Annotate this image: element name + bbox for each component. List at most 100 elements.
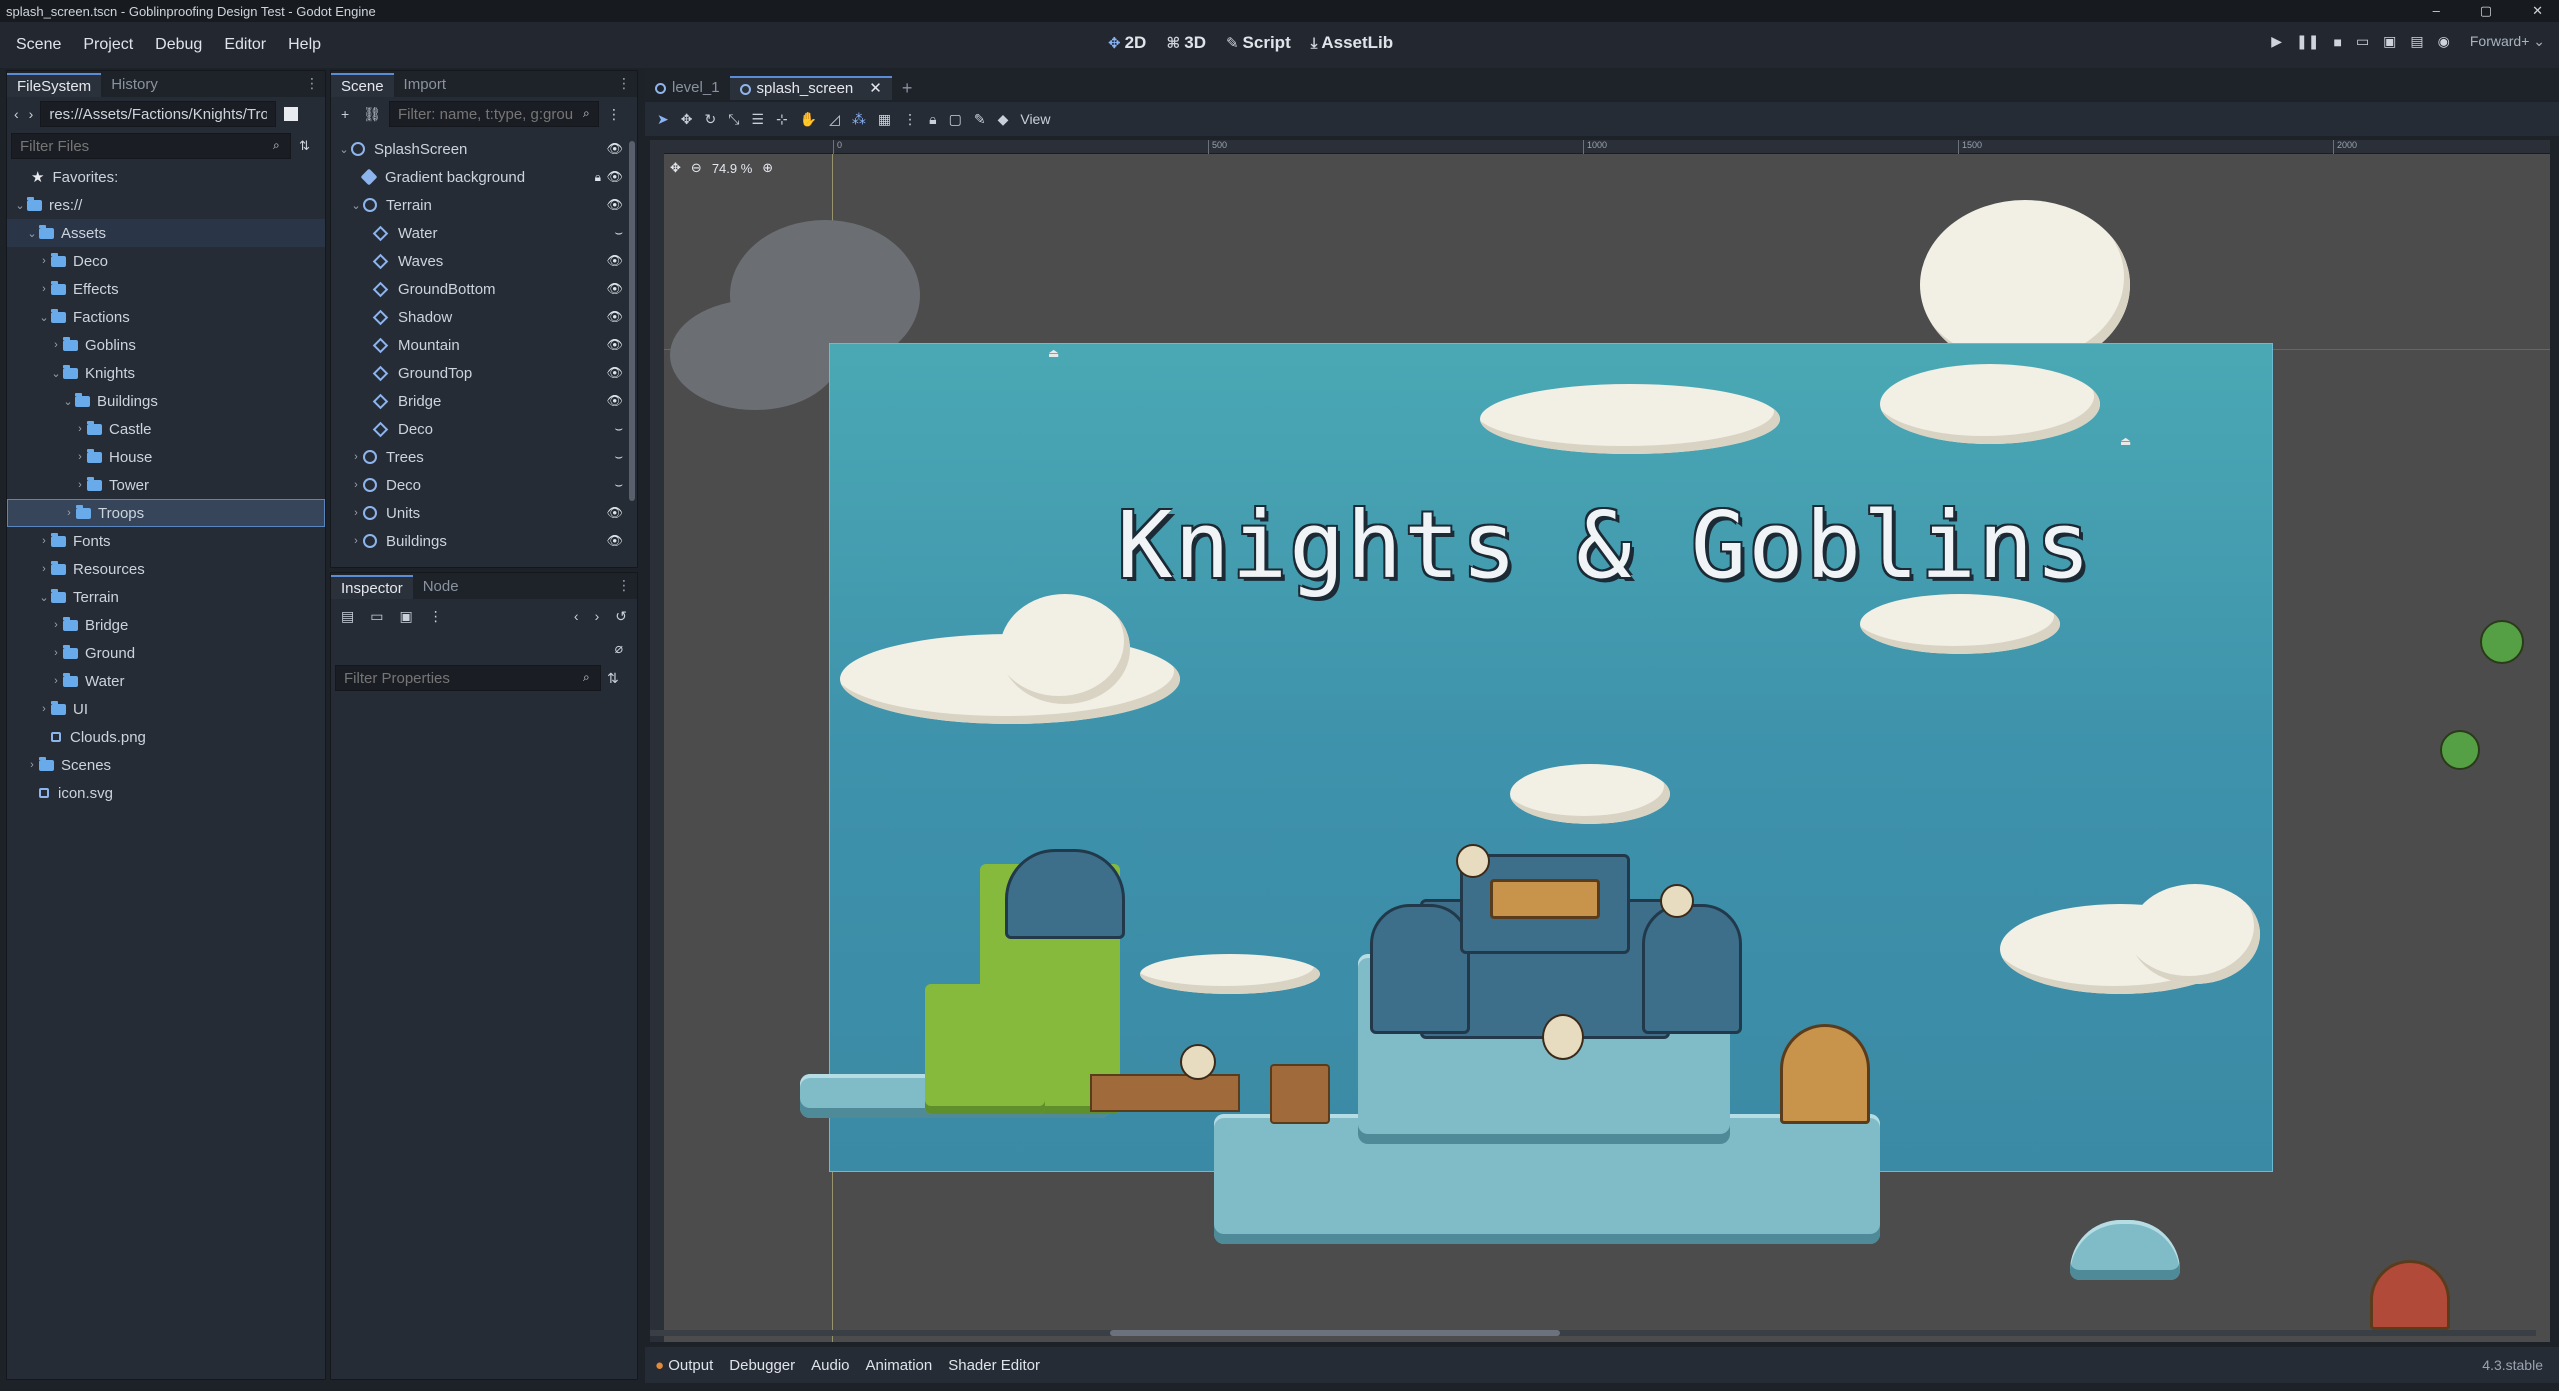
menu-editor[interactable]: Editor xyxy=(216,32,274,58)
folder-item[interactable]: › Castle xyxy=(7,415,325,443)
res-root-row[interactable]: ⌄ res:// xyxy=(7,191,325,219)
history-back-icon[interactable]: ‹ xyxy=(568,608,585,624)
tab-inspector[interactable]: Inspector xyxy=(331,575,413,599)
play-scene-icon[interactable]: ▣ xyxy=(2383,33,2396,50)
folder-item[interactable]: › Resources xyxy=(7,555,325,583)
main-screen-3d[interactable]: ⌘ 3D xyxy=(1166,33,1206,53)
folder-item[interactable]: › Goblins xyxy=(7,331,325,359)
play-icon[interactable]: ▶ xyxy=(2271,33,2282,50)
scene-node-row[interactable]: Gradient background 🔒︎ 👁︎ xyxy=(331,163,637,191)
game-scene-bounds[interactable]: ⏏ ⏏ xyxy=(800,343,2273,1244)
visibility-eye-icon[interactable]: 👁︎ xyxy=(606,253,623,269)
house-sprite[interactable] xyxy=(1780,1024,1870,1124)
pick-property-icon[interactable]: ⌀ xyxy=(609,640,629,657)
main-screen-script[interactable]: ✎ Script xyxy=(1226,33,1291,53)
folder-item[interactable]: ⌄ Buildings xyxy=(7,387,325,415)
ruler-mode-icon[interactable]: ◿ xyxy=(823,111,846,128)
scene-filter-input[interactable] xyxy=(388,101,599,127)
expand-arrow-icon[interactable]: › xyxy=(349,535,363,547)
visibility-eye-icon[interactable]: 👁︎ xyxy=(606,337,623,353)
menu-debug[interactable]: Debug xyxy=(147,32,210,58)
cloud-sprite[interactable] xyxy=(1140,954,1320,994)
cloud-sprite[interactable] xyxy=(1860,594,2060,654)
expand-arrow-icon[interactable]: ⌄ xyxy=(25,227,39,240)
forward-icon[interactable]: › xyxy=(26,106,37,122)
history-forward-icon[interactable]: › xyxy=(589,608,606,624)
grid-snap-icon[interactable]: ▦ xyxy=(872,111,897,128)
remote-debug-icon[interactable]: ▭ xyxy=(2356,33,2369,50)
visibility-eye-icon[interactable]: 👁︎ xyxy=(606,169,623,185)
pause-icon[interactable]: ❚❚ xyxy=(2296,33,2319,50)
override-camera-icon[interactable]: ◆ xyxy=(992,111,1015,128)
lock-selected-icon[interactable]: 🔒︎ xyxy=(923,111,942,128)
maximize-icon[interactable]: ▢ xyxy=(2480,3,2492,19)
renderer-selector[interactable]: Forward+ ⌄ xyxy=(2470,33,2545,50)
scene-node-row[interactable]: Waves 👁︎ xyxy=(331,247,637,275)
dock-menu-icon[interactable]: ⋮ xyxy=(617,577,631,594)
scene-node-row[interactable]: › Buildings 👁︎ xyxy=(331,527,637,555)
cloud-sprite[interactable] xyxy=(1000,594,1130,704)
visibility-eye-icon[interactable]: 👁︎ xyxy=(606,197,623,213)
scene-node-row[interactable]: Shadow 👁︎ xyxy=(331,303,637,331)
dock-menu-icon[interactable]: ⋮ xyxy=(617,75,631,92)
expand-arrow-icon[interactable]: ⌄ xyxy=(37,311,51,324)
expand-arrow-icon[interactable]: › xyxy=(349,507,363,519)
folder-item[interactable]: ⌄ Terrain xyxy=(7,583,325,611)
folder-item[interactable]: ⌄ Assets xyxy=(7,219,325,247)
zoom-level[interactable]: 74.9 % xyxy=(712,161,752,176)
move-mode-icon[interactable]: ✥ xyxy=(675,111,699,128)
expand-arrow-icon[interactable]: › xyxy=(49,619,63,631)
expand-arrow-icon[interactable]: › xyxy=(73,423,87,435)
folder-item[interactable]: › Troops xyxy=(7,499,325,527)
menu-help[interactable]: Help xyxy=(280,32,329,58)
cloud-sprite[interactable] xyxy=(1510,764,1670,824)
expand-arrow-icon[interactable]: › xyxy=(37,255,51,267)
goblin-unit[interactable] xyxy=(2480,620,2524,664)
tab-debugger[interactable]: Debugger xyxy=(729,1357,795,1374)
pivot-mode-icon[interactable]: ⊹ xyxy=(770,111,794,128)
expand-arrow-icon[interactable]: ⌄ xyxy=(37,591,51,604)
cloud-sprite[interactable] xyxy=(670,300,840,410)
expand-arrow-icon[interactable]: › xyxy=(37,283,51,295)
zoom-in-icon[interactable]: ⊕ xyxy=(762,160,773,176)
main-screen-2d[interactable]: ✥ 2D xyxy=(1108,33,1146,53)
select-mode-icon[interactable]: ➤ xyxy=(651,111,675,128)
list-select-icon[interactable]: ☰ xyxy=(745,111,770,128)
add-node-icon[interactable]: + xyxy=(335,106,355,122)
scene-node-row[interactable]: Water ⌣ xyxy=(331,219,637,247)
lock-icon[interactable]: 🔒︎ xyxy=(595,170,601,185)
close-tab-icon[interactable]: ✕ xyxy=(869,77,882,101)
center-view-icon[interactable]: ✥ xyxy=(670,160,681,176)
scene-tab-splash-screen[interactable]: splash_screen ✕ xyxy=(729,76,892,101)
archer-unit[interactable] xyxy=(1456,844,1490,878)
cloud-sprite[interactable] xyxy=(1480,384,1780,454)
filter-files-input[interactable] xyxy=(11,133,291,159)
scene-tree-menu-icon[interactable]: ⋮ xyxy=(601,106,627,123)
folder-item[interactable]: › House xyxy=(7,443,325,471)
goblin-house-sprite[interactable] xyxy=(2370,1260,2450,1330)
skeleton-options-icon[interactable]: ✎ xyxy=(968,111,992,128)
stop-icon[interactable]: ■ xyxy=(2333,34,2341,50)
smart-snap-icon[interactable]: ⁂ xyxy=(846,111,872,128)
expand-arrow-icon[interactable]: › xyxy=(349,451,363,463)
cloud-sprite[interactable] xyxy=(1880,364,2100,444)
castle-roof[interactable] xyxy=(1490,879,1600,919)
expand-arrow-icon[interactable]: › xyxy=(49,647,63,659)
cloud-sprite[interactable] xyxy=(2130,884,2260,984)
scene-tree-scrollbar[interactable] xyxy=(629,141,635,501)
visibility-eye-icon[interactable]: 👁︎ xyxy=(606,309,623,325)
visibility-eye-icon[interactable]: 👁︎ xyxy=(606,505,623,521)
file-item[interactable]: Clouds.png xyxy=(7,723,325,751)
scene-tab-level-1[interactable]: level_1 xyxy=(645,76,730,100)
dock-menu-icon[interactable]: ⋮ xyxy=(305,75,319,92)
expand-arrow-icon[interactable]: › xyxy=(349,479,363,491)
archer-unit[interactable] xyxy=(1660,884,1694,918)
zoom-out-icon[interactable]: ⊖ xyxy=(691,160,702,176)
bridge-sprite[interactable] xyxy=(1090,1074,1240,1112)
expand-arrow-icon[interactable]: › xyxy=(62,507,76,519)
knight-unit[interactable] xyxy=(1542,1014,1584,1060)
sort-icon[interactable]: ⇅ xyxy=(299,138,310,154)
minimize-icon[interactable]: – xyxy=(2433,3,2440,19)
movie-maker-icon[interactable]: ◉ xyxy=(2438,33,2450,50)
tab-audio[interactable]: Audio xyxy=(811,1357,849,1374)
